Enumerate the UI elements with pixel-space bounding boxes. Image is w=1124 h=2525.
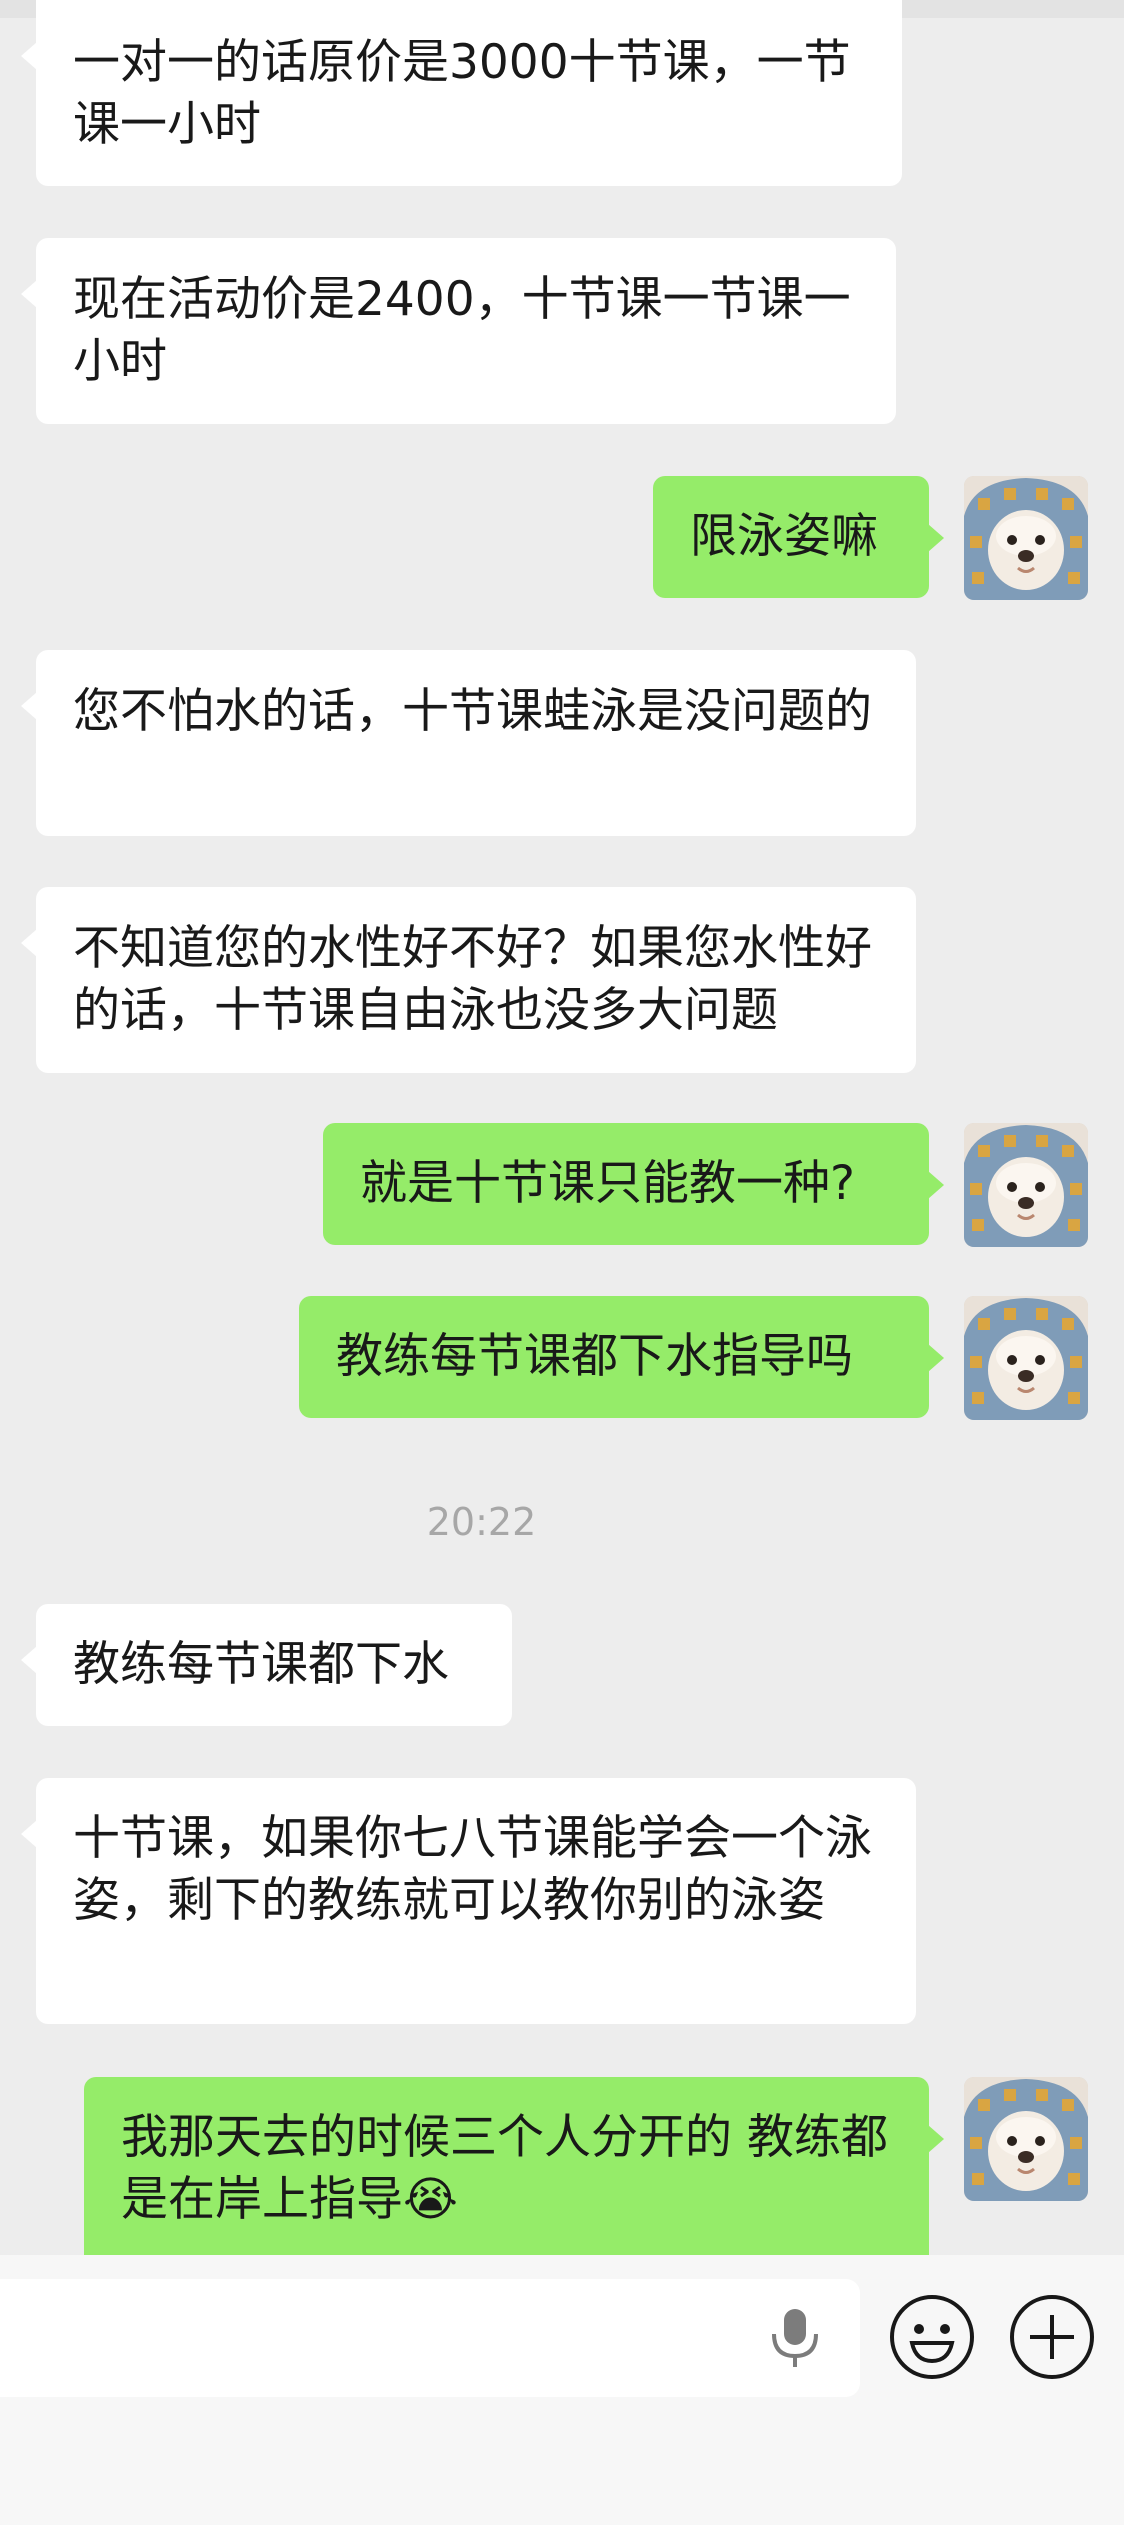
user-avatar[interactable] [964,2077,1088,2201]
message-text: 现在活动价是2400，十节课一节课一小时 [73,272,851,389]
emoji-icon[interactable] [888,2293,976,2381]
incoming-message[interactable]: 现在活动价是2400，十节课一节课一小时 [21,238,896,424]
outgoing-message[interactable]: 我那天去的时候三个人分开的 教练都是在岸上指导😭 [84,2077,944,2255]
incoming-message[interactable]: 一对一的话原价是3000十节课，一节课一小时 [21,0,902,186]
user-avatar[interactable] [964,476,1088,600]
message-text: 限泳姿嘛 [690,509,878,564]
message-text: 教练每节课都下水指导吗 [336,1329,853,1384]
dog-avatar-icon [964,1296,1088,1420]
chat-input-bar [0,2255,1124,2525]
message-text: 教练每节课都下水 [73,1637,449,1692]
incoming-message[interactable]: 您不怕水的话，十节课蛙泳是没问题的 [21,650,916,836]
plus-icon[interactable] [1008,2293,1096,2381]
message-text: 一对一的话原价是3000十节课，一节课一小时 [73,35,851,152]
message-text: 您不怕水的话，十节课蛙泳是没问题的 [73,684,872,739]
message-input[interactable] [0,2279,860,2397]
message-text: 不知道您的水性好不好？如果您水性好的话，十节课自由泳也没多大问题 [73,921,872,1038]
message-timestamp: 20:22 [426,1500,537,1544]
outgoing-message[interactable]: 限泳姿嘛 [653,476,944,598]
microphone-icon[interactable] [765,2307,825,2369]
chat-screen: 一对一的话原价是3000十节课，一节课一小时 现在活动价是2400，十节课一节课… [0,0,1124,2525]
crying-emoji: 😭 [403,2172,458,2227]
dog-avatar-icon [964,1123,1088,1247]
outgoing-message[interactable]: 教练每节课都下水指导吗 [299,1296,944,1418]
user-avatar[interactable] [964,1123,1088,1247]
user-avatar[interactable] [964,1296,1088,1420]
incoming-message[interactable]: 教练每节课都下水 [21,1604,512,1726]
incoming-message[interactable]: 十节课，如果你七八节课能学会一个泳姿，剩下的教练就可以教你别的泳姿 [21,1778,916,2024]
message-text: 我那天去的时候三个人分开的 教练都是在岸上指导 [121,2110,888,2227]
dog-avatar-icon [964,476,1088,600]
dog-avatar-icon [964,2077,1088,2201]
incoming-message[interactable]: 不知道您的水性好不好？如果您水性好的话，十节课自由泳也没多大问题 [21,887,916,1073]
outgoing-message[interactable]: 就是十节课只能教一种? [323,1123,944,1245]
message-list[interactable]: 一对一的话原价是3000十节课，一节课一小时 现在活动价是2400，十节课一节课… [0,0,1124,2255]
message-text: 就是十节课只能教一种? [360,1156,855,1211]
message-text: 十节课，如果你七八节课能学会一个泳姿，剩下的教练就可以教你别的泳姿 [73,1811,872,1928]
